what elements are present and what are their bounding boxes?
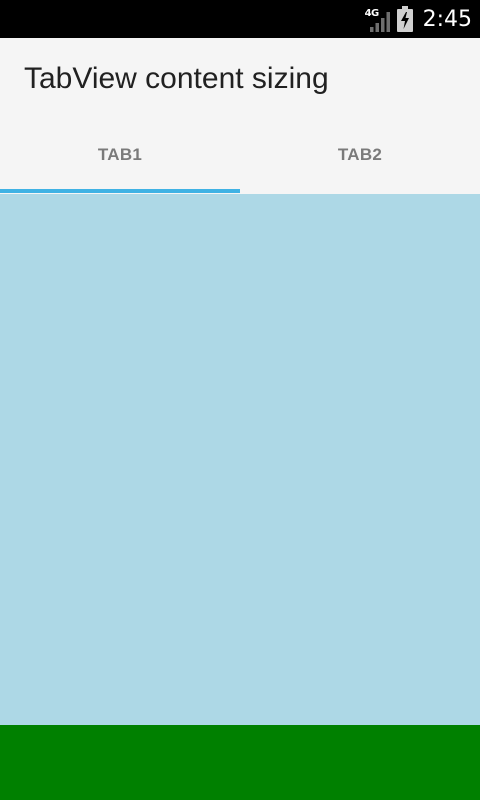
tab-selected-indicator <box>0 189 240 193</box>
tab-label: TAB1 <box>97 145 143 164</box>
app-header: TabView content sizing TAB1 TAB2 <box>0 38 480 194</box>
signal-icon <box>369 12 390 32</box>
clock: 2:45 <box>422 6 472 32</box>
tab-content-area <box>0 194 480 725</box>
tab-tab2[interactable]: TAB2 <box>240 120 480 194</box>
page-title: TabView content sizing <box>24 62 329 95</box>
bottom-panel <box>0 725 480 800</box>
battery-charging-icon <box>396 6 413 32</box>
status-bar: 4G 2:45 <box>0 0 480 38</box>
tab-label: TAB2 <box>337 145 383 164</box>
network-indicator: 4G <box>365 6 391 32</box>
tab-bar: TAB1 TAB2 <box>0 120 480 194</box>
status-icons: 4G 2:45 <box>365 0 472 38</box>
tab-tab1[interactable]: TAB1 <box>0 120 240 194</box>
